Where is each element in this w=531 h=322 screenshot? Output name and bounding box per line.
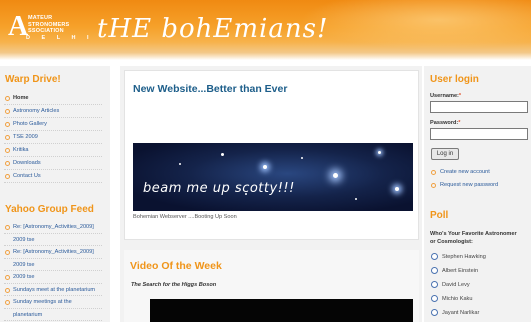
post-new-website: New Website...Better than Ever beam me u… (124, 70, 419, 240)
user-login-title: User login (430, 74, 479, 85)
poll-title: Poll (430, 210, 449, 221)
post-title[interactable]: Video Of the Week (130, 260, 222, 272)
left-sidebar: Warp Drive! Home Astronomy Articles Phot… (0, 66, 110, 322)
post-caption: Bohemian Webserver ....Booting Up Soon (133, 214, 237, 220)
password-label: Password:* (430, 120, 461, 126)
nav-item-tse-2009[interactable]: TSE 2009 (4, 131, 102, 144)
star-mark (355, 198, 357, 200)
hero-caption: beam me up scotty!!! (143, 181, 295, 196)
video-player[interactable] (150, 299, 413, 322)
poll-option[interactable]: Albert Einstein (431, 266, 486, 280)
poll-option[interactable]: Stephen Hawking (431, 252, 486, 266)
nav-item-photo-gallery[interactable]: Photo Gallery (4, 118, 102, 131)
star-mark (179, 163, 181, 165)
logo-text: MATEUR STRONOMERS SSOCIATION (28, 15, 70, 34)
post-video-of-week: Video Of the Week The Search for the Hig… (124, 250, 419, 322)
logo-city: D E L H I (26, 35, 94, 41)
star-mark (395, 187, 399, 191)
username-input[interactable] (430, 101, 528, 113)
yahoo-feed-list: Re: [Astronomy_Activities_2009] 2009 tse… (4, 221, 102, 321)
request-password-link[interactable]: Request new password (430, 179, 530, 192)
star-mark (301, 157, 303, 159)
username-label: Username:* (430, 93, 462, 99)
warp-drive-title: Warp Drive! (5, 74, 61, 85)
right-sidebar: User login Username:* Password:* Log in … (424, 66, 531, 322)
feed-item[interactable]: 2009 tse (4, 271, 102, 284)
poll-option[interactable]: Michio Kaku (431, 294, 486, 308)
star-mark (333, 173, 338, 178)
login-button[interactable]: Log in (431, 148, 459, 160)
yahoo-feed-title: Yahoo Group Feed (5, 204, 94, 215)
feed-item[interactable]: Re: [Astronomy_Activities_2009] (4, 221, 102, 234)
nav-item-contact-us[interactable]: Contact Us (4, 170, 102, 183)
post-title[interactable]: New Website...Better than Ever (133, 83, 287, 95)
radio-button[interactable] (431, 267, 438, 275)
radio-button[interactable] (431, 309, 438, 317)
create-account-link[interactable]: Create new account (430, 166, 530, 179)
star-mark (263, 165, 267, 169)
poll-options: Stephen Hawking Albert Einstein David Le… (431, 252, 486, 322)
nav-item-home[interactable]: Home (4, 92, 102, 105)
poll-option[interactable]: Jayant Narlikar (431, 308, 486, 322)
site-logo[interactable]: A MATEUR STRONOMERS SSOCIATION D E L H I (8, 12, 94, 42)
password-input[interactable] (430, 128, 528, 140)
site-name[interactable]: tHE bohEmians! (97, 14, 328, 44)
star-mark (378, 151, 381, 154)
poll-question: Who's Your Favorite Astronomer or Cosmol… (430, 231, 517, 245)
feed-item-continued[interactable]: 2009 tse (4, 234, 102, 246)
feed-item[interactable]: Re: [Astronomy_Activities_2009] (4, 246, 102, 259)
header-glow (300, 0, 531, 50)
feed-item-continued[interactable]: 2009 tse (4, 259, 102, 271)
nav-item-kritika[interactable]: Kritika (4, 144, 102, 157)
radio-button[interactable] (431, 295, 438, 303)
radio-button[interactable] (431, 253, 438, 261)
site-header: A MATEUR STRONOMERS SSOCIATION D E L H I… (0, 0, 531, 60)
feed-item[interactable]: Sundays meet at the planetarium (4, 284, 102, 296)
nav-item-downloads[interactable]: Downloads (4, 157, 102, 170)
post-subtitle: The Search for the Higgs Boson (131, 282, 217, 288)
account-links: Create new account Request new password (430, 166, 530, 192)
radio-button[interactable] (431, 281, 438, 289)
nav-item-astronomy-articles[interactable]: Astronomy Articles (4, 105, 102, 118)
feed-item-continued[interactable]: planetarium (4, 309, 102, 321)
poll-option[interactable]: David Levy (431, 280, 486, 294)
main-nav: Home Astronomy Articles Photo Gallery TS… (4, 92, 102, 183)
hero-image: beam me up scotty!!! (133, 143, 413, 211)
feed-item[interactable]: Sunday meetings at the (4, 296, 102, 309)
star-mark (221, 153, 224, 156)
